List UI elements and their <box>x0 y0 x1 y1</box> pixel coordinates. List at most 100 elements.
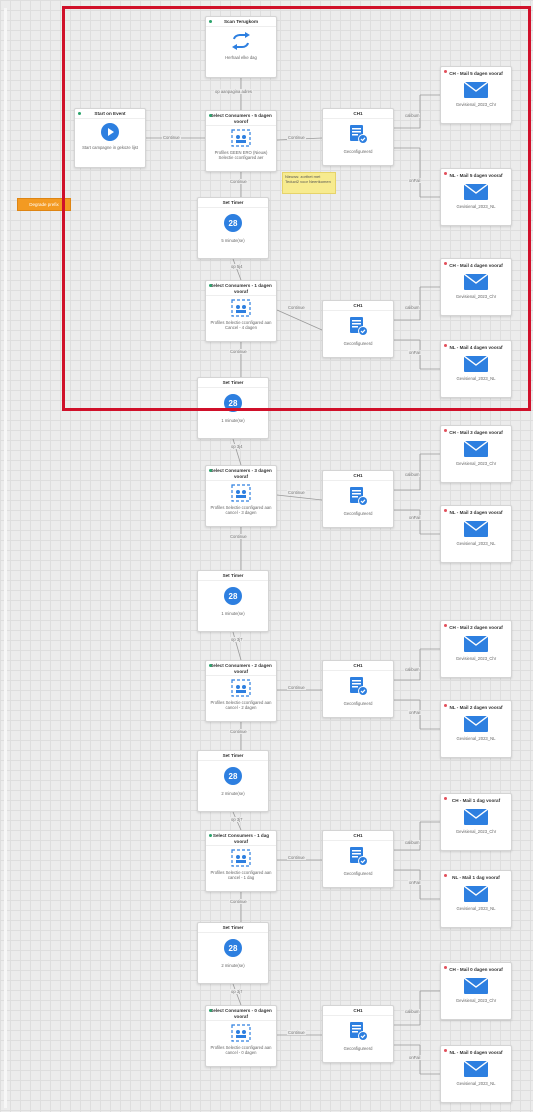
timer-icon: 28 <box>198 581 268 611</box>
node-title: CH - Mail 0 dagen vooraf <box>449 967 503 972</box>
status-dot <box>444 509 447 512</box>
set-timer-node[interactable]: Set Timer 28 2 minute(se) <box>197 750 269 812</box>
mail-icon <box>441 974 511 998</box>
svg-text:28: 28 <box>229 772 238 781</box>
node-subtitle: 1 minute(se) <box>221 417 245 423</box>
node-title: Select Consumers - 3 dagen vooraf <box>206 466 276 481</box>
node-title: NL - Mail 2 dagen vooraf <box>449 705 503 710</box>
mail-icon <box>441 712 511 736</box>
node-subtitle: Geconfigureerd <box>343 510 373 516</box>
node-subtitle: Gevisienal_2023_Chr <box>455 655 497 661</box>
select-icon <box>206 481 276 505</box>
ch-node[interactable]: CH1 Geconfigureerd <box>322 1005 394 1063</box>
node-title: Select Consumers - 2 dagen vooraf <box>206 661 276 676</box>
status-dot <box>209 1009 212 1012</box>
node-subtitle: Gevisienal_2023_Chr <box>455 828 497 834</box>
node-title: Select Consumers - 0 dagen vooraf <box>206 1006 276 1021</box>
node-subtitle: Geconfigureerd <box>343 870 373 876</box>
node-subtitle: Gevisienal_2023_Chr <box>455 997 497 1003</box>
status-dot <box>444 429 447 432</box>
connector-label: op 3j7 <box>230 989 244 994</box>
set-timer-node[interactable]: Set Timer 28 2 minute(se) <box>197 922 269 984</box>
node-subtitle: 2 minute(se) <box>221 790 245 796</box>
connector-label: op 3j7 <box>230 817 244 822</box>
select-consumers-node[interactable]: Select Consumers - 0 dagen vooraf Profile… <box>205 1005 277 1067</box>
connector-label: Continue <box>287 1030 306 1035</box>
svg-text:28: 28 <box>229 944 238 953</box>
branch-label: onFail <box>408 880 422 885</box>
configured-icon <box>323 841 393 871</box>
branch-label: onFail <box>408 1055 422 1060</box>
node-subtitle: Gevisienal_2023_NL <box>456 905 496 911</box>
mail-icon <box>441 1057 511 1081</box>
email-node[interactable]: CH - Mail 1 dag vooraf Gevisienal_2023_Ch… <box>440 793 512 851</box>
status-dot <box>444 966 447 969</box>
node-subtitle: Geconfigureerd <box>343 700 373 706</box>
timer-icon: 28 <box>198 761 268 791</box>
connector-label: Continue <box>287 490 306 495</box>
branch-label: calibum <box>404 472 421 477</box>
node-title: Set Timer <box>198 923 268 933</box>
connector-line <box>232 438 242 466</box>
node-subtitle: Gevisienal_2023_NL <box>456 1080 496 1086</box>
mail-icon <box>441 632 511 656</box>
connector-line <box>276 494 323 501</box>
mail-icon <box>441 437 511 461</box>
connector-label: Continue <box>287 855 306 860</box>
node-subtitle: 2 minute(se) <box>221 962 245 968</box>
branch-label: calibum <box>404 840 421 845</box>
ch-node[interactable]: CH1 Geconfigureerd <box>322 470 394 528</box>
email-node[interactable]: NL - Mail 0 dagen vooraf Gevisienal_2023_… <box>440 1045 512 1103</box>
node-title: CH - Mail 3 dagen vooraf <box>449 430 503 435</box>
email-node[interactable]: NL - Mail 2 dagen vooraf Gevisienal_2023_… <box>440 700 512 758</box>
select-consumers-node[interactable]: Select Consumers - 2 dagen vooraf Profile… <box>205 660 277 722</box>
set-timer-node[interactable]: Set Timer 28 1 minute(se) <box>197 570 269 632</box>
node-title: NL - Mail 1 dag vooraf <box>452 875 500 880</box>
connector-label: op 3j4 <box>230 444 244 449</box>
status-dot <box>444 797 447 800</box>
connector-label: op 3j7 <box>230 637 244 642</box>
ch-node[interactable]: CH1 Geconfigureerd <box>322 830 394 888</box>
status-dot <box>444 1049 447 1052</box>
select-icon <box>206 846 276 870</box>
configured-icon <box>323 481 393 511</box>
node-subtitle: Gevisienal_2023_NL <box>456 735 496 741</box>
node-subtitle: Gevisienal_2023_Chr <box>455 460 497 466</box>
branch-label: calibum <box>404 667 421 672</box>
connector-label: Continue <box>287 685 306 690</box>
node-title: Set Timer <box>198 751 268 761</box>
select-consumers-node[interactable]: Select Consumers - 3 dagen vooraf Profile… <box>205 465 277 527</box>
svg-text:28: 28 <box>229 592 238 601</box>
status-dot <box>444 874 447 877</box>
status-dot <box>209 664 212 667</box>
email-node[interactable]: CH - Mail 3 dagen vooraf Gevisienal_2023_… <box>440 425 512 483</box>
node-subtitle: Gevisienal_2023_NL <box>456 540 496 546</box>
node-subtitle: Profiles Selectie cconfigared aan cancel… <box>210 700 272 710</box>
select-consumers-node[interactable]: Select Consumers - 1 dag vooraf Profiles … <box>205 830 277 892</box>
email-node[interactable]: CH - Mail 0 dagen vooraf Gevisienal_2023_… <box>440 962 512 1020</box>
email-node[interactable]: CH - Mail 2 dagen vooraf Gevisienal_2023_… <box>440 620 512 678</box>
node-title: NL - Mail 3 dagen vooraf <box>449 510 503 515</box>
configured-icon <box>323 1016 393 1046</box>
node-title: CH1 <box>323 471 393 481</box>
node-subtitle: Profiles Selectie cconfigared aan cancel… <box>210 505 272 515</box>
email-node[interactable]: NL - Mail 1 dag vooraf Gevisienal_2023_NL <box>440 870 512 928</box>
connector-line <box>232 983 242 1006</box>
status-dot <box>444 624 447 627</box>
select-icon <box>206 676 276 700</box>
email-node[interactable]: NL - Mail 3 dagen vooraf Gevisienal_2023_… <box>440 505 512 563</box>
branch-label: onFail <box>408 710 422 715</box>
workflow-canvas[interactable]: Start on Event Start campagne in gekoze … <box>0 0 533 1112</box>
status-dot <box>209 469 212 472</box>
connector-label: Continue <box>229 534 248 539</box>
selection-highlight <box>62 6 531 411</box>
node-title: CH1 <box>323 1006 393 1016</box>
branch-label: calibum <box>404 1009 421 1014</box>
ch-node[interactable]: CH1 Geconfigureerd <box>322 660 394 718</box>
connector-label: Continue <box>229 899 248 904</box>
status-dot <box>209 834 212 837</box>
node-subtitle: Profiles Selectie cconfigared aan cancel… <box>210 1045 272 1055</box>
node-title: CH - Mail 2 dagen vooraf <box>449 625 503 630</box>
branch-label: onFail <box>408 515 422 520</box>
node-subtitle: 1 minute(se) <box>221 610 245 616</box>
